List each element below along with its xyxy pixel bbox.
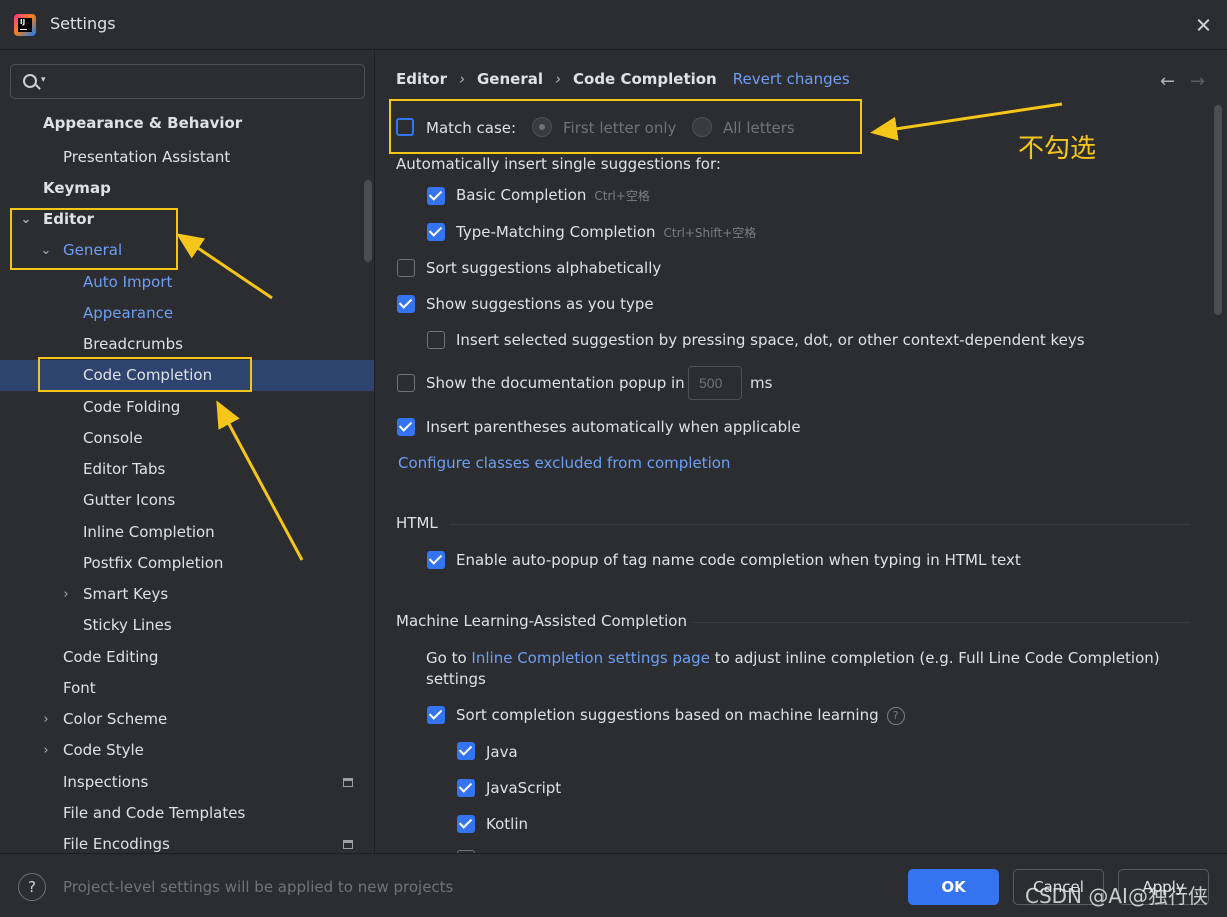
doc-popup-unit: ms: [750, 374, 773, 392]
sidebar-item-breadcrumbs[interactable]: Breadcrumbs: [0, 329, 374, 360]
doc-popup-delay-input[interactable]: [688, 366, 742, 400]
help-button[interactable]: ?: [18, 873, 46, 901]
watermark: CSDN @AI@独行侠: [1025, 884, 1208, 908]
search-field[interactable]: ▾: [10, 64, 365, 99]
sidebar-item-code-editing[interactable]: Code Editing: [0, 642, 374, 673]
sidebar-item-postfix-completion[interactable]: Postfix Completion: [0, 548, 374, 579]
html-section-title: HTML: [396, 514, 438, 532]
sidebar-item-smart-keys[interactable]: › Smart Keys: [0, 579, 374, 610]
chevron-right-icon[interactable]: ›: [39, 704, 53, 735]
show-as-type-checkbox[interactable]: [397, 295, 415, 313]
ml-java-label: Java: [486, 743, 518, 761]
search-icon: [23, 74, 37, 88]
settings-sidebar: ▾ Appearance & Behavior Presentation Ass…: [0, 51, 375, 853]
footer-note: Project-level settings will be applied t…: [63, 878, 454, 896]
insert-parens-checkbox[interactable]: [397, 418, 415, 436]
search-input[interactable]: [55, 69, 355, 94]
project-scope-icon: [343, 840, 353, 849]
sidebar-item-sticky-lines[interactable]: Sticky Lines: [0, 610, 374, 641]
sidebar-item-gutter-icons[interactable]: Gutter Icons: [0, 485, 374, 516]
annotation-box-code-completion: [38, 357, 252, 392]
arrow-right-icon[interactable]: →: [1190, 71, 1205, 92]
window-title: Settings: [50, 14, 116, 33]
basic-completion-label: Basic Completion Ctrl+空格: [456, 186, 650, 204]
sort-alpha-label: Sort suggestions alphabetically: [426, 259, 662, 277]
auto-insert-heading: Automatically insert single suggestions …: [396, 155, 721, 173]
show-as-type-label: Show suggestions as you type: [426, 295, 654, 313]
ml-goto-text: Go to Inline Completion settings page to…: [426, 649, 1160, 667]
sidebar-item-inspections[interactable]: Inspections: [0, 767, 374, 798]
ml-java-checkbox[interactable]: [457, 742, 475, 760]
section-divider: [450, 524, 1190, 525]
doc-popup-checkbox[interactable]: [397, 374, 415, 392]
basic-completion-checkbox[interactable]: [427, 187, 445, 205]
content-scrollbar[interactable]: [1214, 105, 1222, 315]
sidebar-item-font[interactable]: Font: [0, 673, 374, 704]
sidebar-item-code-style[interactable]: › Code Style: [0, 735, 374, 766]
breadcrumb-item[interactable]: Editor: [396, 70, 447, 88]
annotation-text: 不勾选: [1018, 134, 1097, 164]
doc-popup-label: Show the documentation popup in: [426, 374, 685, 392]
ml-javascript-label: JavaScript: [486, 779, 562, 797]
section-divider: [692, 622, 1190, 623]
sidebar-item-color-scheme[interactable]: › Color Scheme: [0, 704, 374, 735]
chevron-right-icon[interactable]: ›: [59, 579, 73, 610]
help-icon[interactable]: ?: [886, 706, 905, 725]
breadcrumb: Editor › General › Code Completion Revert cha…: [396, 70, 850, 88]
breadcrumb-item[interactable]: General: [477, 70, 543, 88]
insert-selected-label: Insert selected suggestion by pressing s…: [456, 331, 1085, 349]
ml-section-title: Machine Learning-Assisted Completion: [396, 612, 687, 630]
sidebar-item-presentation-assistant[interactable]: Presentation Assistant: [0, 142, 374, 173]
html-auto-popup-checkbox[interactable]: [427, 551, 445, 569]
arrow-left-icon[interactable]: ←: [1160, 71, 1175, 92]
sidebar-item-appearance[interactable]: Appearance: [0, 298, 374, 329]
breadcrumb-item: Code Completion: [573, 70, 717, 88]
ml-sort-label: Sort completion suggestions based on mac…: [456, 704, 905, 726]
close-icon[interactable]: [1191, 12, 1217, 38]
ok-button[interactable]: OK: [908, 869, 999, 905]
sidebar-item-keymap[interactable]: Keymap: [0, 173, 374, 204]
sidebar-item-appearance-behavior[interactable]: Appearance & Behavior: [0, 108, 374, 139]
ml-goto-text-line2: settings: [426, 670, 486, 688]
type-matching-checkbox[interactable]: [427, 223, 445, 241]
configure-excluded-link[interactable]: Configure classes excluded from completi…: [398, 452, 730, 474]
ml-kotlin-label: Kotlin: [486, 815, 528, 833]
chevron-down-icon[interactable]: ▾: [41, 75, 46, 85]
revert-changes-link[interactable]: Revert changes: [733, 70, 850, 88]
sidebar-scrollbar[interactable]: [364, 180, 372, 262]
ml-javascript-checkbox[interactable]: [457, 779, 475, 797]
project-scope-icon: [343, 778, 353, 787]
inline-completion-settings-link[interactable]: Inline Completion settings page: [471, 649, 710, 667]
sidebar-item-editor-tabs[interactable]: Editor Tabs: [0, 454, 374, 485]
annotation-box-match-case: [389, 99, 862, 154]
annotation-box-editor: [10, 208, 178, 270]
type-matching-label: Type-Matching Completion Ctrl+Shift+空格: [456, 223, 757, 241]
intellij-logo-icon: IJ: [14, 14, 36, 36]
insert-selected-checkbox[interactable]: [427, 331, 445, 349]
sidebar-item-auto-import[interactable]: Auto Import: [0, 267, 374, 298]
html-auto-popup-label: Enable auto-popup of tag name code compl…: [456, 551, 1021, 569]
sidebar-item-code-folding[interactable]: Code Folding: [0, 392, 374, 423]
insert-parens-label: Insert parentheses automatically when ap…: [426, 418, 801, 436]
title-bar: IJ Settings: [0, 0, 1227, 50]
sidebar-item-file-encodings[interactable]: File Encodings: [0, 829, 374, 853]
settings-content: Editor › General › Code Completion Revert cha…: [376, 51, 1227, 853]
chevron-right-icon[interactable]: ›: [39, 735, 53, 766]
sidebar-item-inline-completion[interactable]: Inline Completion: [0, 517, 374, 548]
ml-kotlin-checkbox[interactable]: [457, 815, 475, 833]
sidebar-item-console[interactable]: Console: [0, 423, 374, 454]
sort-alpha-checkbox[interactable]: [397, 259, 415, 277]
ml-sort-checkbox[interactable]: [427, 706, 445, 724]
sidebar-item-file-code-templates[interactable]: File and Code Templates: [0, 798, 374, 829]
